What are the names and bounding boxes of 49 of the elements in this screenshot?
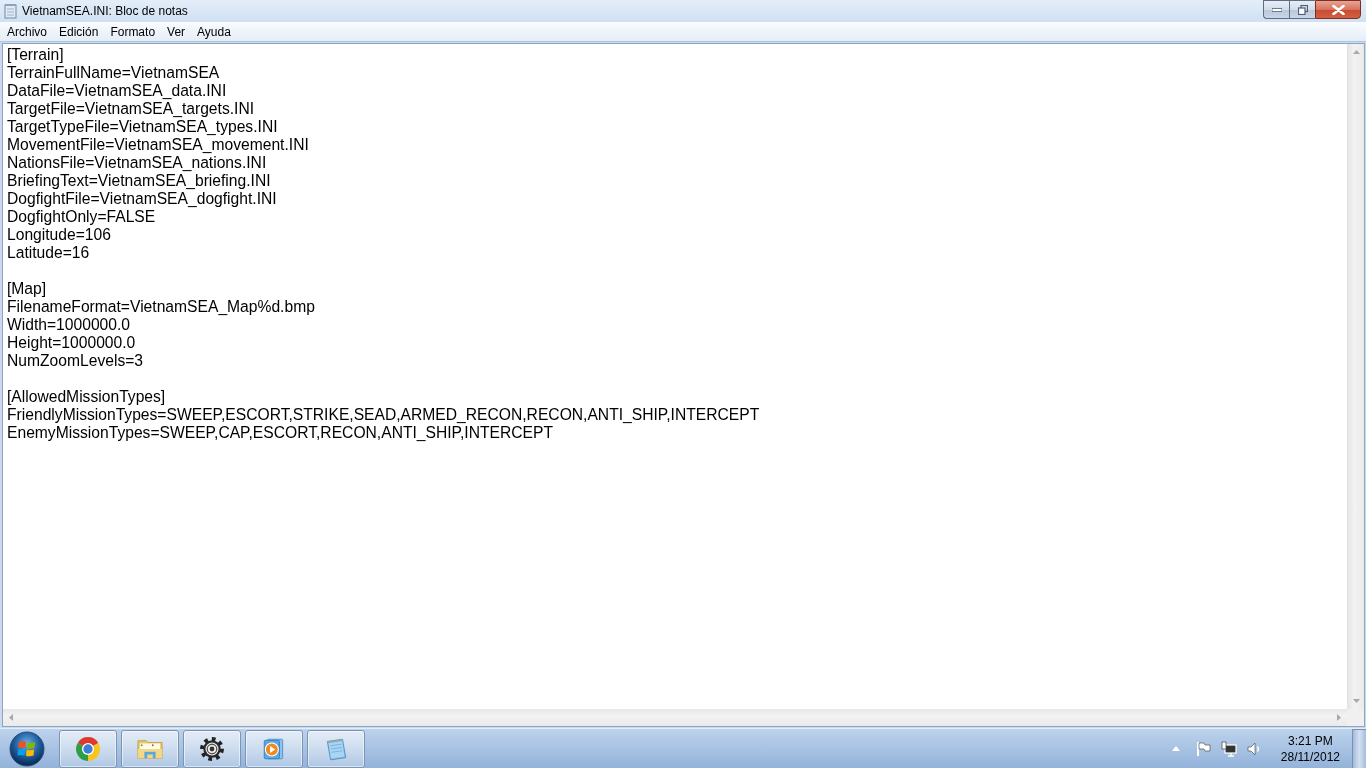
text-line: [Map] (7, 280, 47, 298)
text-line: DataFile=VietnamSEA_data.INI (7, 82, 227, 100)
menu-item[interactable]: Ayuda (191, 23, 237, 40)
menu-item[interactable]: Formato (104, 23, 162, 40)
text-line: TerrainFullName=VietnamSEA (7, 64, 220, 82)
monitor-icon[interactable] (1220, 740, 1237, 757)
start-logo-icon (9, 730, 45, 767)
gear-icon (199, 735, 225, 762)
text-line: NationsFile=VietnamSEA_nations.INI (7, 154, 267, 172)
show-desktop-button[interactable] (1352, 728, 1366, 768)
text-line: [Terrain] (7, 46, 64, 64)
text-line: [AllowedMissionTypes] (7, 388, 166, 406)
minimize-button[interactable] (1263, 0, 1289, 19)
scroll-left-icon[interactable] (9, 714, 13, 721)
text-line: DogfightFile=VietnamSEA_dogfight.INI (7, 190, 277, 208)
menu-item[interactable]: Ver (161, 23, 192, 40)
scroll-right-icon[interactable] (1337, 714, 1341, 721)
horizontal-scrollbar[interactable] (3, 709, 1347, 726)
restore-icon (1297, 4, 1308, 15)
text-line: TargetTypeFile=VietnamSEA_types.INI (7, 118, 278, 136)
clock-button[interactable]: 3:21 PM 28/11/2012 (1272, 728, 1348, 768)
browser-icon (75, 735, 101, 762)
caret-up-icon[interactable] (1171, 746, 1180, 751)
close-button[interactable] (1315, 0, 1361, 19)
close-icon (1331, 4, 1345, 15)
text-line: MovementFile=VietnamSEA_movement.INI (7, 136, 309, 154)
speaker-icon[interactable] (1245, 740, 1262, 757)
text-line: FriendlyMissionTypes=SWEEP,ESCORT,STRIKE,SEAD,ARMED_RECON,RECON,ANTI_SHIP,INTERCEPT (7, 406, 760, 424)
text-line: Height=1000000.0 (7, 334, 136, 352)
window-title: VietnamSEA.INI: Bloc de notas (22, 4, 188, 18)
menu-item[interactable]: Archivo (1, 23, 53, 40)
scroll-up-icon[interactable] (1352, 50, 1360, 54)
notepad-icon (3, 3, 19, 19)
text-line: EnemyMissionTypes=SWEEP,CAP,ESCORT,RECON,ANTI_SHIP,INTERCEPT (7, 424, 553, 442)
vertical-scrollbar[interactable] (1347, 44, 1364, 709)
restore-button[interactable] (1289, 0, 1315, 19)
flag-icon[interactable] (1195, 740, 1212, 757)
text-line: Latitude=16 (7, 244, 90, 262)
text-line: Longitude=106 (7, 226, 111, 244)
text-line: Width=1000000.0 (7, 316, 131, 334)
menu-item[interactable]: Edición (53, 23, 105, 40)
text-line: TargetFile=VietnamSEA_targets.INI (7, 100, 255, 118)
scroll-down-icon[interactable] (1352, 699, 1360, 703)
text-line: BriefingText=VietnamSEA_briefing.INI (7, 172, 271, 190)
taskbar-button[interactable] (183, 729, 241, 768)
text-line: NumZoomLevels=3 (7, 352, 144, 370)
text-line: FilenameFormat=VietnamSEA_Map%d.bmp (7, 298, 315, 316)
minimize-icon (1271, 7, 1282, 12)
text-line: DogfightOnly=FALSE (7, 208, 156, 226)
